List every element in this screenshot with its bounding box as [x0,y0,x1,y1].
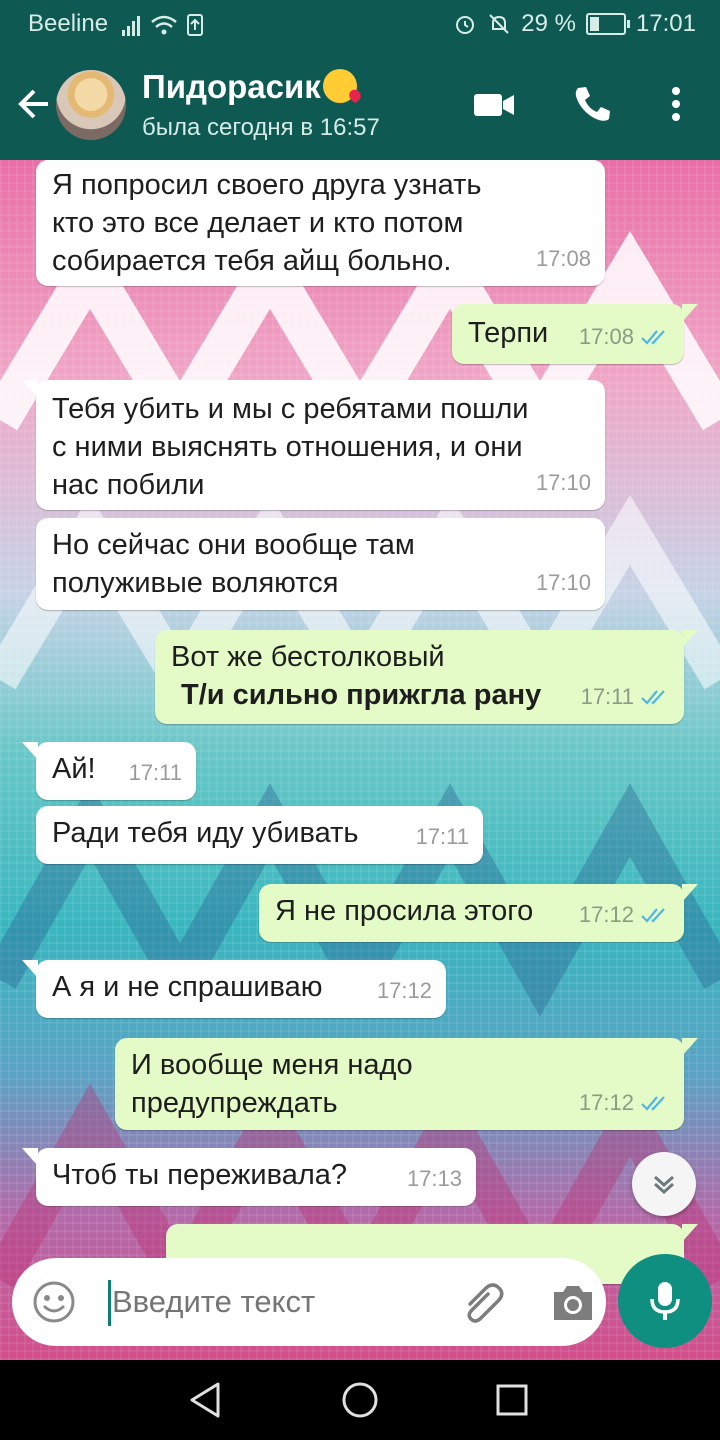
chat-area[interactable]: Я попросил своего друга узнать кто это в… [0,160,720,1360]
message-incoming[interactable]: Ради тебя иду убивать 17:11 [36,806,483,864]
message-text: Вот же бестолковый [171,641,445,673]
message-time: 17:12 [578,1090,634,1115]
clock: 17:01 [635,10,696,37]
signal-wifi-icons [122,14,203,36]
message-incoming[interactable]: Тебя убить и мы с ребятами пошли с ними … [22,380,605,510]
status-bar: Beeline 29 % 17:01 [0,0,720,48]
emoji-icon[interactable] [32,1280,76,1324]
nav-recents-icon[interactable] [490,1378,534,1422]
contact-name-text: Пидорасик [142,68,321,105]
message-time-wrap: 17:12 [579,1084,670,1122]
message-time: 17:13 [406,1166,462,1191]
message-text: Тебя убить и мы с ребятами пошли с ними … [52,393,529,501]
read-ticks-icon [641,690,665,705]
system-navigation-bar [0,1360,720,1440]
kiss-emoji-icon [322,69,357,103]
message-time: 17:10 [535,570,591,595]
message-time-wrap: 17:12 [579,896,670,934]
message-incoming[interactable]: Чтоб ты переживала? 17:13 [22,1148,476,1206]
message-input[interactable] [112,1284,442,1320]
message-outgoing[interactable]: Я не просила этого 17:12 [259,884,698,942]
read-ticks-icon [641,908,665,923]
alarm-icon [456,16,475,34]
scroll-to-bottom-button[interactable] [632,1152,696,1216]
message-text: Но сейчас они вообще там полуживые воляю… [52,529,415,599]
message-outgoing[interactable]: Терпи 17:08 [452,304,698,364]
message-incoming[interactable]: Но сейчас они вообще там полуживые воляю… [36,518,605,610]
last-seen: была сегодня в 16:57 [142,114,380,141]
read-ticks-icon [641,330,665,345]
chat-header: Пидорасик была сегодня в 16:57 [0,48,720,160]
video-call-icon[interactable] [472,82,516,126]
back-arrow-icon[interactable] [14,84,54,124]
camera-icon[interactable] [550,1282,596,1324]
nav-back-icon[interactable] [184,1378,228,1422]
message-time: 17:11 [580,684,634,709]
nav-home-icon[interactable] [338,1378,382,1422]
text-cursor [108,1280,111,1326]
message-incoming[interactable]: А я и не спрашиваю 17:12 [22,960,446,1018]
battery-icon [585,13,630,35]
message-time: 17:08 [535,246,591,271]
read-ticks-icon [641,1096,665,1111]
contact-avatar[interactable] [56,70,126,140]
battery-percent: 29 % [521,10,576,37]
message-incoming[interactable]: Я попросил своего друга узнать кто это в… [36,160,605,286]
voice-message-button[interactable] [618,1254,712,1348]
message-time-wrap: 17:11 [581,678,670,716]
paperclip-icon[interactable] [460,1282,508,1326]
message-text: Я попросил своего друга узнать кто это в… [52,169,482,277]
message-time: 17:11 [415,824,469,849]
message-outgoing[interactable]: Вот же бестолковый Т/и сильно прижгла ра… [155,630,698,724]
message-outgoing[interactable]: И вообще меня надо предупреждать 17:12 [115,1038,698,1130]
message-incoming[interactable]: Ай! 17:11 [22,742,196,800]
message-time: 17:10 [535,470,591,495]
carrier-name: Beeline [28,10,109,37]
more-options-icon[interactable] [654,82,698,126]
status-right: 29 % 17:01 [453,10,696,38]
mute-notifications-icon [489,14,509,34]
message-time-wrap: 17:08 [579,318,670,356]
message-time: 17:12 [578,902,634,927]
battery-fill [589,17,600,31]
message-composer [12,1258,606,1346]
microphone-icon [650,1282,680,1320]
message-time: 17:12 [376,978,432,1003]
message-time: 17:11 [128,760,182,785]
voice-call-icon[interactable] [570,82,614,126]
double-chevron-down-icon [654,1175,674,1195]
message-time: 17:08 [578,324,634,349]
contact-name[interactable]: Пидорасик [142,68,357,106]
